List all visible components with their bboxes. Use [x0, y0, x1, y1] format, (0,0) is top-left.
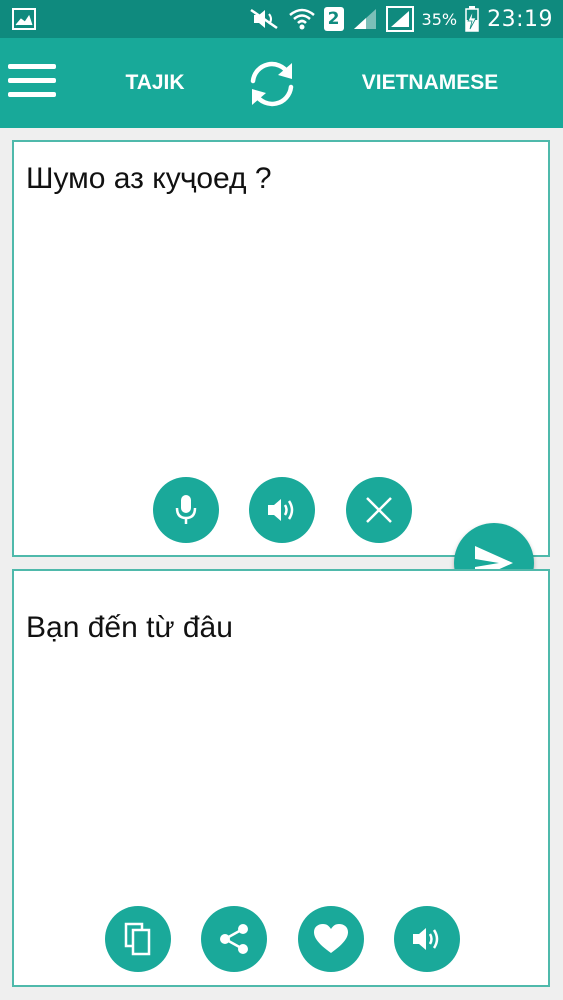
mute-icon [249, 8, 278, 30]
source-text-input[interactable]: Шумо аз куҷоед ? [26, 162, 536, 196]
clear-button[interactable] [346, 477, 412, 543]
translation-text: Bạn đến từ đâu [26, 611, 233, 644]
speaker-icon [413, 928, 439, 950]
favorite-button[interactable] [298, 906, 364, 972]
clear-icon [366, 497, 392, 523]
swap-languages-icon[interactable] [245, 57, 299, 111]
source-text-panel[interactable]: Шумо аз куҷоед ? [12, 140, 550, 557]
source-language-selector[interactable]: TAJIK [95, 38, 215, 128]
microphone-icon [175, 495, 197, 524]
source-speaker-button[interactable] [249, 477, 315, 543]
app-bar: TAJIK VIETNAMESE [0, 38, 563, 128]
speaker-icon [268, 499, 294, 521]
battery-charging-icon [465, 6, 479, 32]
status-icons: 2 35% 23:19 [248, 0, 553, 38]
share-button[interactable] [201, 906, 267, 972]
sim-slot-badge: 2 [323, 7, 344, 31]
gallery-icon [12, 8, 36, 30]
favorite-heart-icon [314, 924, 348, 953]
share-icon [220, 924, 248, 954]
battery-percent: 35% [421, 9, 458, 29]
signal-bars-icon [385, 6, 414, 32]
status-bar: 2 35% 23:19 [0, 0, 563, 38]
translation-panel: Bạn đến từ đâu [12, 569, 550, 987]
menu-icon[interactable] [8, 64, 56, 102]
signal-icon [353, 9, 376, 29]
clock-time: 23:19 [487, 6, 553, 32]
copy-button[interactable] [105, 906, 171, 972]
target-language-selector[interactable]: VIETNAMESE [335, 38, 525, 128]
target-speaker-button[interactable] [394, 906, 460, 972]
copy-icon [124, 922, 151, 956]
wifi-icon [288, 8, 315, 30]
microphone-button[interactable] [153, 477, 219, 543]
